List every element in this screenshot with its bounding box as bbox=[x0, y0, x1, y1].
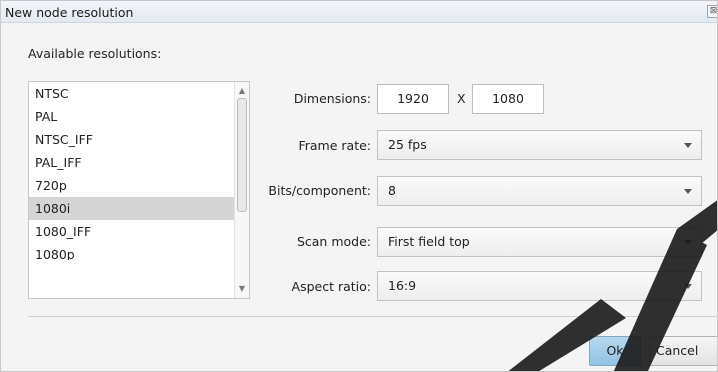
list-item-1080i[interactable]: 1080i bbox=[29, 197, 234, 220]
aspect-ratio-value: 16:9 bbox=[388, 278, 417, 293]
cancel-button[interactable]: Cancel bbox=[649, 336, 717, 366]
bits-component-value: 8 bbox=[388, 183, 396, 198]
bits-component-label: Bits/component: bbox=[268, 183, 371, 198]
chevron-down-icon bbox=[684, 143, 692, 148]
scroll-thumb[interactable] bbox=[237, 98, 247, 212]
frame-rate-select[interactable]: 25 fps bbox=[377, 130, 702, 160]
height-input[interactable]: 1080 bbox=[472, 84, 544, 114]
window-title: New node resolution bbox=[5, 5, 134, 20]
bits-component-select[interactable]: 8 bbox=[377, 176, 702, 206]
available-resolutions-label: Available resolutions: bbox=[28, 46, 162, 61]
list-item-ntsc[interactable]: NTSC bbox=[29, 82, 234, 105]
aspect-ratio-label: Aspect ratio: bbox=[291, 279, 371, 294]
scan-mode-select[interactable]: First field top bbox=[377, 227, 702, 257]
list-item-720p[interactable]: 720p bbox=[29, 174, 234, 197]
frame-rate-value: 25 fps bbox=[388, 137, 427, 152]
scan-mode-value: First field top bbox=[388, 234, 470, 249]
close-icon[interactable]: ⊠ bbox=[707, 5, 717, 18]
title-bar: New node resolution ⊠ bbox=[1, 1, 717, 23]
chevron-down-icon bbox=[684, 189, 692, 194]
chevron-down-icon bbox=[684, 240, 692, 245]
list-item-1080-iff[interactable]: 1080_IFF bbox=[29, 220, 234, 243]
list-item-pal[interactable]: PAL bbox=[29, 105, 234, 128]
list-scrollbar[interactable]: ▲ ▼ bbox=[234, 82, 249, 298]
dialog-window: New node resolution ⊠ Available resoluti… bbox=[0, 0, 718, 372]
scroll-down-arrow-icon[interactable]: ▼ bbox=[235, 282, 249, 296]
aspect-ratio-select[interactable]: 16:9 bbox=[377, 271, 702, 301]
list-item-1080p[interactable]: 1080p bbox=[29, 243, 234, 260]
dimensions-x-separator: X bbox=[457, 91, 466, 106]
ok-button[interactable]: Ok bbox=[589, 336, 641, 366]
width-input[interactable]: 1920 bbox=[377, 84, 449, 114]
chevron-down-icon bbox=[684, 284, 692, 289]
dimensions-label: Dimensions: bbox=[293, 91, 371, 106]
frame-rate-label: Frame rate: bbox=[298, 138, 371, 153]
list-item-pal-iff[interactable]: PAL_IFF bbox=[29, 151, 234, 174]
scan-mode-label: Scan mode: bbox=[296, 234, 371, 249]
list-item-ntsc-iff[interactable]: NTSC_IFF bbox=[29, 128, 234, 151]
resolutions-list-items: NTSC PAL NTSC_IFF PAL_IFF 720p 1080i 108… bbox=[29, 82, 234, 260]
resolutions-list[interactable]: NTSC PAL NTSC_IFF PAL_IFF 720p 1080i 108… bbox=[28, 81, 250, 299]
scroll-up-arrow-icon[interactable]: ▲ bbox=[235, 84, 249, 98]
footer-separator bbox=[28, 316, 717, 317]
